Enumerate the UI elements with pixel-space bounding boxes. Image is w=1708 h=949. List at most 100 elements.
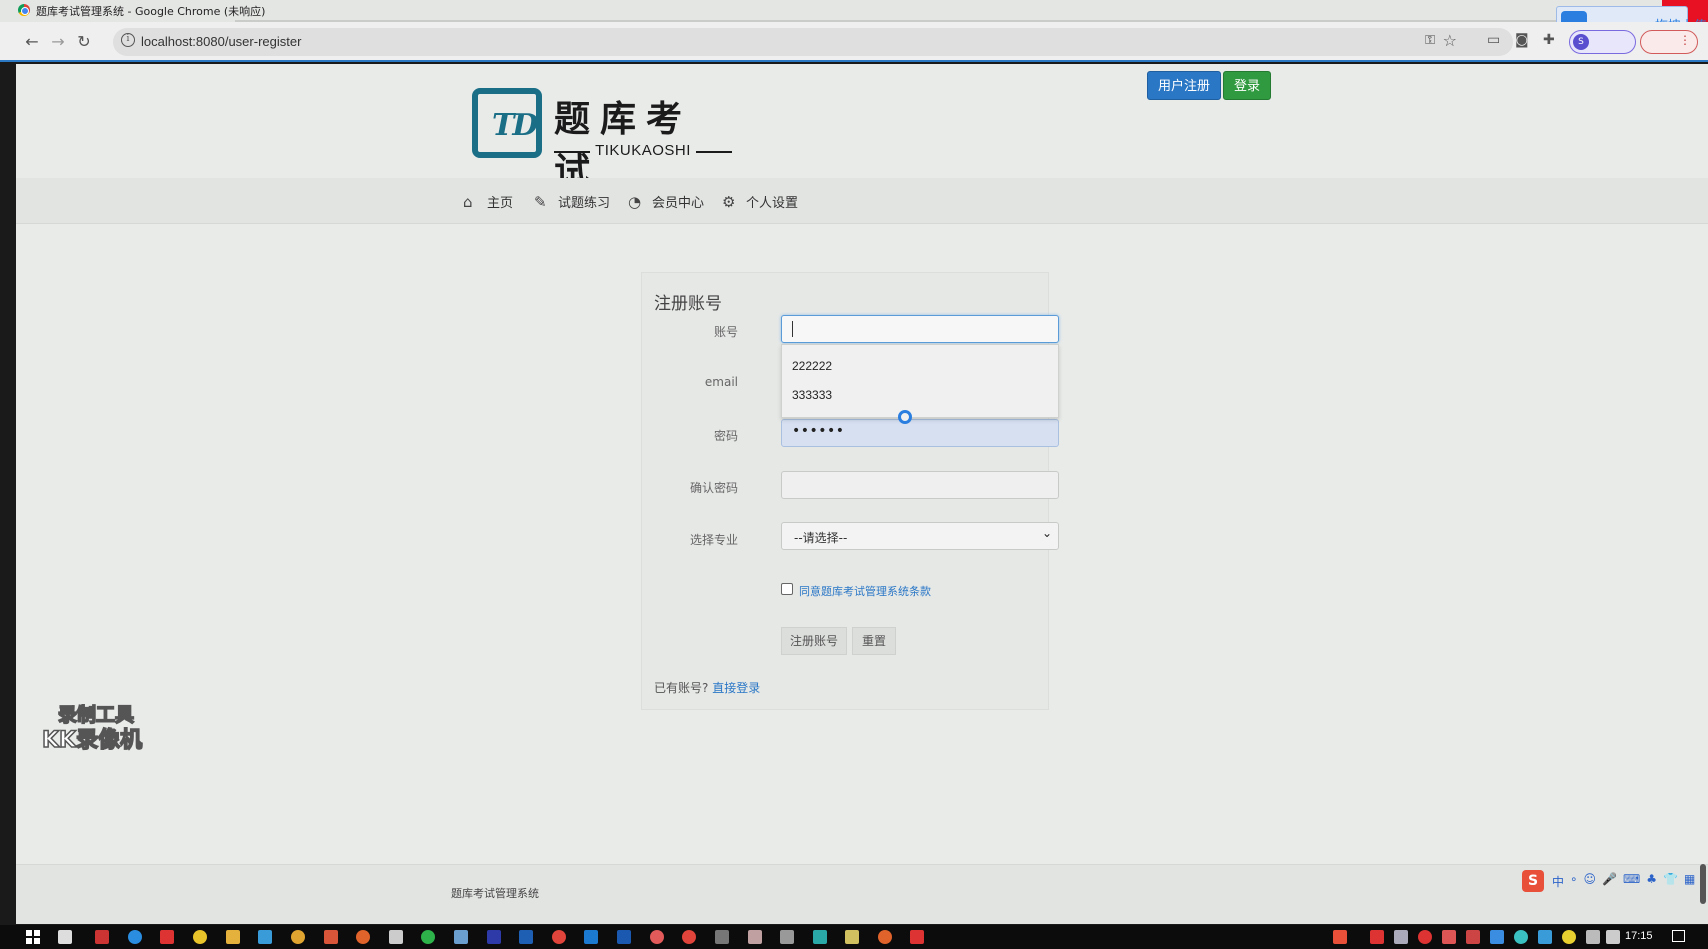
login-button[interactable]: 登录 [1223, 71, 1272, 100]
tray-icon[interactable] [1394, 930, 1408, 944]
reset-button[interactable]: 重置 [852, 627, 896, 655]
screen: 题库考试管理系统 - Google Chrome (未响应) ☁ 拖拽上传 ← … [0, 0, 1708, 949]
text-caret [792, 321, 793, 337]
dashboard-icon: ◔ [628, 192, 642, 211]
password-input[interactable]: •••••• [781, 419, 1059, 447]
ime-language[interactable]: 中 [1552, 873, 1564, 890]
intellij-icon[interactable] [617, 930, 631, 944]
browser-title-bar: 题库考试管理系统 - Google Chrome (未响应) [0, 0, 1708, 26]
major-select[interactable]: --请选择-- ⌄ [781, 522, 1059, 550]
confirm-password-input[interactable] [781, 471, 1059, 499]
taskbar-app-icon[interactable] [748, 930, 762, 944]
chrome-taskbar-icon[interactable] [552, 930, 566, 944]
tray-icon[interactable] [1466, 930, 1480, 944]
key-icon[interactable]: ⚿ [1425, 33, 1435, 48]
kebab-menu-icon[interactable]: ⋮ [1679, 33, 1691, 47]
windows-taskbar: 17:15 [0, 925, 1708, 949]
taskbar-app-icon[interactable] [845, 930, 859, 944]
home-icon: ⌂ [463, 192, 473, 211]
taskbar-app-icon[interactable] [454, 930, 468, 944]
taskbar-app-icon[interactable] [356, 930, 370, 944]
nav-item-settings[interactable]: ⚙ 个人设置 [722, 192, 798, 212]
forward-icon[interactable]: → [48, 32, 68, 51]
nav-item-home[interactable]: ⌂ 主页 [463, 192, 513, 212]
profile-button[interactable]: S 已暂停 [1569, 30, 1693, 54]
tray-icon[interactable] [1442, 930, 1456, 944]
page-viewport: TD 题库考试 TIKUKAOSHI 用户注册 登录 ⌂ 主页 ✎ 试题练习 ◔ 会员… [16, 64, 1708, 924]
logo-english-text: TIKUKAOSHI [554, 142, 732, 159]
taskbar-app-icon[interactable] [258, 930, 272, 944]
url-text[interactable]: localhost:8080/user-register [141, 34, 301, 49]
wechat-icon[interactable] [421, 930, 435, 944]
autocomplete-item[interactable]: 222222 [792, 359, 832, 373]
reload-icon[interactable]: ↻ [74, 32, 94, 51]
ime-toolbar[interactable]: S 中 ∘☺🎤⌨♣👕▦ [1522, 870, 1708, 892]
avatar: S [1573, 34, 1589, 50]
taskbar-app-icon[interactable] [715, 930, 729, 944]
file-explorer-icon[interactable] [226, 930, 240, 944]
autocomplete-item[interactable]: 333333 [792, 388, 832, 402]
password-label: 密码 [713, 429, 738, 443]
login-prompt-text: 已有账号? [654, 681, 709, 695]
tray-icon[interactable] [1370, 930, 1384, 944]
taskbar-app-icon[interactable] [878, 930, 892, 944]
password-mask: •••••• [792, 423, 845, 439]
direct-login-link[interactable]: 直接登录 [712, 681, 760, 695]
taskbar-app-icon[interactable] [95, 930, 109, 944]
taskbar-app-icon[interactable] [813, 930, 827, 944]
confirm-password-label: 确认密码 [689, 481, 738, 495]
camera-icon[interactable]: ◙ [1515, 32, 1529, 48]
task-view-icon[interactable] [58, 930, 72, 944]
taskbar-app-icon[interactable] [193, 930, 207, 944]
network-icon[interactable] [1606, 930, 1620, 944]
major-label: 选择专业 [689, 533, 738, 547]
main-nav: ⌂ 主页 ✎ 试题练习 ◔ 会员中心 ⚙ 个人设置 [16, 178, 1708, 224]
watermark-line2: KK录像机 [41, 727, 143, 754]
email-label: email [704, 375, 738, 389]
taskbar-app-icon[interactable] [780, 930, 794, 944]
submit-register-button[interactable]: 注册账号 [781, 627, 847, 655]
windows-start-icon[interactable] [26, 930, 40, 944]
taskbar-app-icon[interactable] [389, 930, 403, 944]
notification-icon[interactable] [1672, 930, 1685, 942]
tray-icon[interactable] [1538, 930, 1552, 944]
site-header: TD 题库考试 TIKUKAOSHI 用户注册 登录 [16, 64, 1708, 192]
word-icon[interactable] [519, 930, 533, 944]
omnibox[interactable]: i localhost:8080/user-register ⚿ ☆ [113, 28, 1513, 56]
chrome-taskbar-icon-active[interactable] [682, 930, 696, 944]
major-select-value: --请选择-- [794, 531, 848, 545]
nav-item-member-center[interactable]: ◔ 会员中心 [628, 192, 704, 212]
taskbar-app-icon[interactable] [650, 930, 664, 944]
chevron-down-icon: ⌄ [1041, 526, 1052, 540]
tray-icon[interactable] [1514, 930, 1528, 944]
site-logo[interactable]: TD 题库考试 TIKUKAOSHI [472, 88, 732, 192]
update-button[interactable]: 更新 ⋮ [1640, 30, 1698, 54]
agree-checkbox[interactable] [781, 583, 793, 595]
taskbar-app-icon[interactable] [160, 930, 174, 944]
taskbar-clock[interactable]: 17:15 [1625, 930, 1653, 942]
volume-icon[interactable] [1586, 930, 1600, 944]
gears-icon: ⚙ [722, 192, 736, 211]
ime-tool-icons[interactable]: ∘☺🎤⌨♣👕▦ [1570, 872, 1701, 886]
bookmark-star-icon[interactable]: ☆ [1443, 31, 1457, 50]
tray-icon[interactable] [1333, 930, 1347, 944]
taskbar-app-icon[interactable] [910, 930, 924, 944]
sogou-ime-icon[interactable]: S [1522, 870, 1544, 892]
extensions-puzzle-icon[interactable]: ✚ [1543, 32, 1555, 48]
terms-link[interactable]: 同意题库考试管理系统条款 [799, 583, 931, 599]
taskbar-app-icon[interactable] [584, 930, 598, 944]
info-icon[interactable]: i [121, 33, 135, 47]
back-icon[interactable]: ← [22, 32, 42, 51]
user-register-button[interactable]: 用户注册 [1147, 71, 1222, 100]
taskbar-app-icon[interactable] [487, 930, 501, 944]
taskbar-app-icon[interactable] [128, 930, 142, 944]
account-input[interactable] [781, 315, 1059, 343]
taskbar-app-icon[interactable] [291, 930, 305, 944]
tray-icon[interactable] [1490, 930, 1504, 944]
login-prompt: 已有账号? 直接登录 [654, 679, 760, 696]
nav-item-practice[interactable]: ✎ 试题练习 [534, 192, 610, 212]
taskbar-app-icon[interactable] [324, 930, 338, 944]
tray-icon[interactable] [1418, 930, 1432, 944]
tray-icon[interactable] [1562, 930, 1576, 944]
cast-icon[interactable]: ▭ [1487, 32, 1500, 48]
